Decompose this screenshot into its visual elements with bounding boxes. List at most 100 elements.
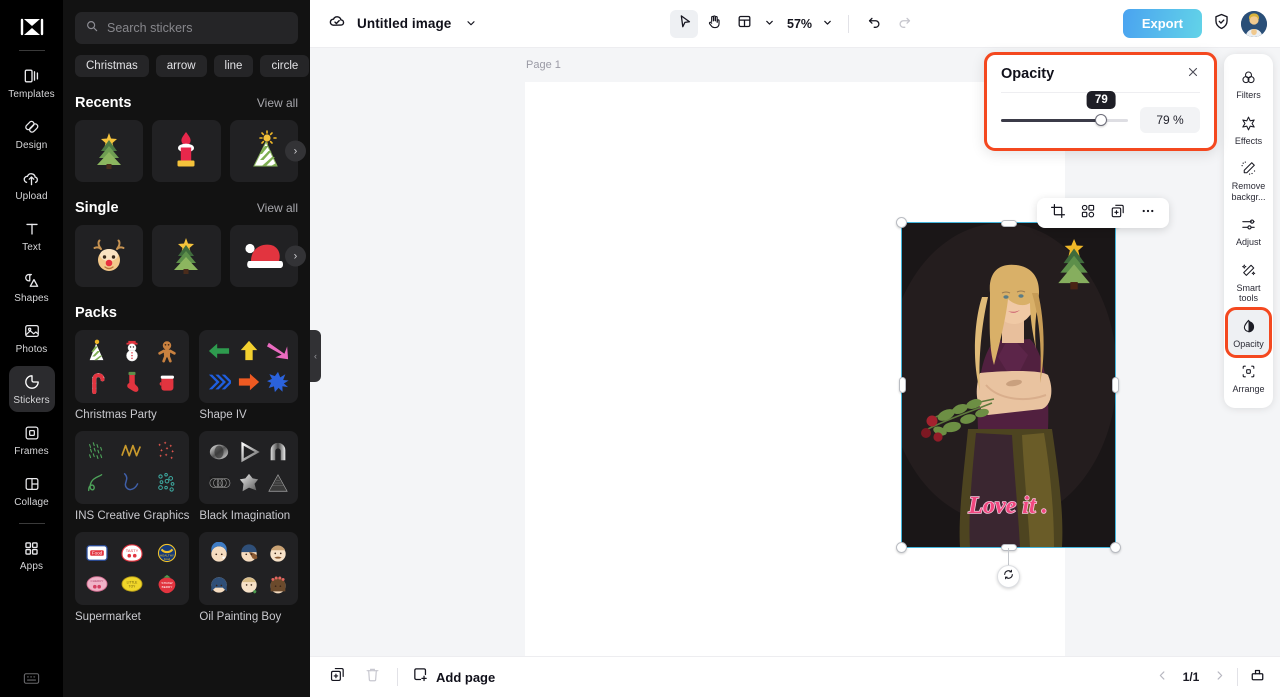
pack-card[interactable]: Christmas Party bbox=[75, 330, 190, 421]
snowman-icon bbox=[126, 340, 138, 362]
close-icon[interactable] bbox=[1186, 65, 1200, 82]
hand-tool-button[interactable] bbox=[700, 10, 728, 38]
sidebar-item-label: Collage bbox=[14, 497, 49, 508]
rotate-handle[interactable] bbox=[997, 565, 1020, 588]
pack-name: Christmas Party bbox=[75, 409, 157, 421]
redo-button[interactable] bbox=[890, 10, 918, 38]
cutout-button[interactable] bbox=[1076, 201, 1100, 225]
opacity-value[interactable]: 79 % bbox=[1140, 107, 1200, 133]
sidebar-item-design[interactable]: Design bbox=[9, 111, 55, 157]
right-item-arrange[interactable]: Arrange bbox=[1228, 355, 1269, 401]
bottombar-right: 1/1 bbox=[1156, 666, 1266, 688]
right-item-adjust[interactable]: Adjust bbox=[1228, 208, 1269, 254]
keyboard-shortcuts-icon[interactable] bbox=[22, 671, 41, 691]
add-page-button[interactable]: Add page bbox=[410, 666, 495, 688]
search-container bbox=[63, 0, 310, 44]
svg-text:TASTY: TASTY bbox=[126, 548, 139, 553]
slider-fill bbox=[1001, 118, 1102, 122]
left-rail-items: Templates Design Upload Text Shapes Phot… bbox=[0, 55, 63, 578]
chevron-down-icon[interactable] bbox=[461, 17, 481, 31]
sidebar-item-collage[interactable]: Collage bbox=[9, 468, 55, 514]
sidebar-item-shapes[interactable]: Shapes bbox=[9, 264, 55, 310]
sidebar-item-text[interactable]: Text bbox=[9, 213, 55, 259]
chip-line[interactable]: line bbox=[213, 55, 254, 77]
pack-card[interactable]: Shape IV bbox=[199, 330, 298, 421]
more-button[interactable] bbox=[1136, 201, 1160, 225]
resize-handle-left[interactable] bbox=[898, 377, 906, 393]
collapse-panel-button[interactable]: ‹ bbox=[310, 330, 321, 382]
sticker-tile[interactable] bbox=[152, 120, 221, 182]
healthy-badge-icon: HEALTHYFood bbox=[157, 543, 177, 562]
crop-button[interactable] bbox=[1046, 201, 1070, 225]
svg-text:✦: ✦ bbox=[158, 442, 162, 447]
pack-card[interactable]: Oil Painting Boy bbox=[199, 532, 298, 623]
pack-name: Oil Painting Boy bbox=[199, 611, 282, 623]
resize-handle-right[interactable] bbox=[1111, 377, 1119, 393]
export-button[interactable]: Export bbox=[1122, 9, 1202, 38]
select-tool-button[interactable] bbox=[670, 9, 698, 38]
little-toy-badge-icon: LITTLETOY bbox=[121, 576, 143, 592]
canvas-page[interactable]: Love it . bbox=[525, 82, 1121, 656]
shield-check-icon[interactable] bbox=[1212, 12, 1231, 36]
sidebar-item-photos[interactable]: Photos bbox=[9, 315, 55, 361]
resize-handle-bottom-left[interactable] bbox=[896, 542, 907, 553]
right-item-filters[interactable]: Filters bbox=[1228, 61, 1269, 107]
capcut-logo-icon[interactable] bbox=[0, 10, 63, 44]
chevron-right-icon[interactable]: › bbox=[285, 245, 306, 267]
cloud-sync-icon[interactable] bbox=[327, 11, 347, 36]
sidebar-item-templates[interactable]: Templates bbox=[8, 60, 55, 106]
layout-tool-button[interactable] bbox=[730, 10, 758, 38]
chevron-down-icon[interactable] bbox=[760, 17, 779, 30]
sidebar-item-frames[interactable]: Frames bbox=[9, 417, 55, 463]
slider-knob[interactable] bbox=[1095, 114, 1108, 126]
duplicate-page-button[interactable] bbox=[324, 664, 350, 690]
svg-text:✦: ✦ bbox=[171, 449, 175, 454]
blue-chevrons-icon bbox=[209, 374, 232, 390]
sidebar-item-upload[interactable]: Upload bbox=[9, 162, 55, 208]
undo-button[interactable] bbox=[860, 10, 888, 38]
chip-arrow[interactable]: arrow bbox=[155, 55, 207, 77]
selected-image-frame[interactable]: Love it . bbox=[896, 217, 1121, 553]
duplicate-button[interactable] bbox=[1106, 201, 1130, 225]
metal-starblob-icon bbox=[239, 474, 258, 492]
search-input[interactable] bbox=[107, 21, 288, 35]
pack-card[interactable]: Black Imagination bbox=[199, 431, 298, 522]
next-page-button[interactable] bbox=[1213, 669, 1226, 685]
strawberry-badge-icon: STRAWBERRY bbox=[158, 575, 176, 594]
delete-page-button[interactable] bbox=[359, 664, 385, 690]
pack-thumbnail bbox=[75, 330, 190, 403]
sticker-tile[interactable] bbox=[75, 120, 144, 182]
chevron-right-icon[interactable]: › bbox=[285, 140, 306, 162]
sticker-tile[interactable] bbox=[152, 225, 221, 287]
image-float-toolbar bbox=[1037, 198, 1169, 228]
smart-tools-icon bbox=[1240, 261, 1257, 280]
chip-circle[interactable]: circle bbox=[260, 55, 310, 77]
page-title[interactable]: Untitled image bbox=[357, 16, 451, 31]
resize-handle-top[interactable] bbox=[1000, 219, 1017, 227]
sticker-tile[interactable] bbox=[75, 225, 144, 287]
sidebar-item-stickers[interactable]: Stickers bbox=[8, 366, 55, 412]
chip-christmas[interactable]: Christmas bbox=[75, 55, 149, 77]
prev-page-button[interactable] bbox=[1156, 669, 1169, 685]
right-item-effects[interactable]: Effects bbox=[1228, 107, 1269, 153]
view-all-single[interactable]: View all bbox=[257, 201, 298, 215]
export-tray-button[interactable] bbox=[1249, 666, 1266, 688]
search-box[interactable] bbox=[75, 12, 298, 44]
opacity-slider[interactable]: 79 bbox=[1001, 91, 1128, 127]
resize-handle-top-left[interactable] bbox=[896, 217, 907, 228]
right-item-smart-tools[interactable]: Smart tools bbox=[1228, 254, 1269, 310]
pack-card[interactable]: Food TASTY HEALTHY Food CHERRY LITTLE TOY … bbox=[75, 532, 190, 623]
right-item-remove-background[interactable]: Remove backgr... bbox=[1228, 152, 1269, 208]
pack-card[interactable]: ✦ ✦ ✦ ✦ ✦ ✦ ✦ ✦ ✦ INS Creative Graphics bbox=[75, 431, 190, 522]
party-hat-icon bbox=[90, 339, 104, 360]
templates-icon bbox=[22, 66, 42, 86]
avatar[interactable] bbox=[1241, 10, 1267, 37]
sidebar-item-apps[interactable]: Apps bbox=[9, 532, 55, 578]
stickers-panel: Christmas arrow line circle Recents View… bbox=[63, 0, 310, 697]
right-item-label: Smart tools bbox=[1236, 282, 1261, 304]
metal-triangle-icon bbox=[241, 441, 260, 463]
resize-handle-bottom-right[interactable] bbox=[1110, 542, 1121, 553]
view-all-recents[interactable]: View all bbox=[257, 96, 298, 110]
chevron-down-icon[interactable] bbox=[814, 17, 837, 30]
right-item-opacity[interactable]: Opacity bbox=[1225, 306, 1272, 358]
